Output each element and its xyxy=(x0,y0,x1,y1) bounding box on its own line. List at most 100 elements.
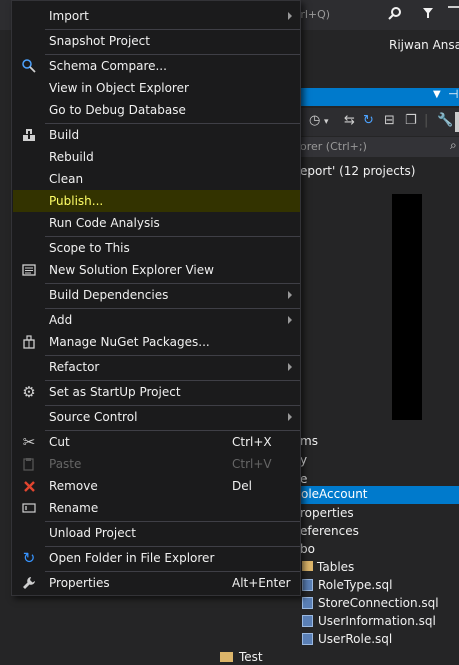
schema-compare-icon xyxy=(21,58,37,74)
build-icon xyxy=(21,127,37,143)
menu-item-label: Clean xyxy=(49,172,84,186)
menu-item-label: Paste xyxy=(49,457,82,471)
history-icon[interactable]: ◷ xyxy=(309,113,320,128)
menu-item-run-code-analysis[interactable]: Run Code Analysis xyxy=(13,212,300,234)
menu-item-label: Go to Debug Database xyxy=(49,103,186,117)
refresh-folder-icon: ↻ xyxy=(22,549,36,567)
menu-item-properties[interactable]: Properties Alt+Enter xyxy=(13,572,300,594)
menu-item-scope-to-this[interactable]: Scope to This xyxy=(13,237,300,259)
collapse-all-icon[interactable]: ⊟ xyxy=(384,113,395,128)
selected-item-label: oleAccount xyxy=(301,487,368,501)
menu-item-open-folder-in-file-explorer[interactable]: ↻ Open Folder in File Explorer xyxy=(13,547,300,569)
menu-item-label: Properties xyxy=(49,576,110,590)
tree-item[interactable]: Tables xyxy=(317,560,354,574)
chevron-down-icon[interactable]: ▼ xyxy=(433,89,441,100)
menu-item-snapshot-project[interactable]: Snapshot Project xyxy=(13,30,300,52)
wrench-icon xyxy=(21,575,37,591)
context-menu: Import Snapshot Project Schema Compare..… xyxy=(11,0,301,596)
menu-item-shortcut: Ctrl+V xyxy=(232,457,272,471)
menu-item-refactor[interactable]: Refactor xyxy=(13,356,300,378)
menu-item-label: View in Object Explorer xyxy=(49,81,189,95)
folder-icon xyxy=(220,652,233,662)
menu-item-label: Set as StartUp Project xyxy=(49,385,181,399)
menu-item-cut[interactable]: ✂ Cut Ctrl+X xyxy=(13,431,300,453)
filter-icon[interactable] xyxy=(422,7,434,19)
new-view-icon xyxy=(21,262,37,278)
tree-item[interactable]: y xyxy=(300,453,307,467)
file-item[interactable]: StoreConnection.sql xyxy=(302,596,439,610)
tree-item[interactable]: roperties xyxy=(300,506,354,520)
gear-icon: ⚙ xyxy=(22,383,36,401)
menu-item-new-solution-explorer-view[interactable]: New Solution Explorer View xyxy=(13,259,300,281)
menu-item-publish[interactable]: Publish... xyxy=(13,190,300,212)
solution-explorer-search-placeholder[interactable]: orer (Ctrl+;) xyxy=(300,140,367,153)
file-label: UserRole.sql xyxy=(318,632,393,646)
minimize-button[interactable] xyxy=(448,6,459,8)
menu-item-view-in-object-explorer[interactable]: View in Object Explorer xyxy=(13,77,300,99)
refresh-icon[interactable]: ↻ xyxy=(363,113,374,128)
menu-item-label: Build Dependencies xyxy=(49,288,169,302)
menu-item-go-to-debug-database[interactable]: Go to Debug Database xyxy=(13,99,300,121)
pin-icon[interactable]: ⊣ xyxy=(448,87,458,101)
user-name[interactable]: Rijwan Ansar xyxy=(389,38,459,52)
test-folder-item[interactable]: Test xyxy=(220,650,263,664)
sql-file-icon xyxy=(302,579,313,591)
menu-item-clean[interactable]: Clean xyxy=(13,168,300,190)
menu-item-manage-nuget-packages[interactable]: Manage NuGet Packages... xyxy=(13,331,300,353)
menu-item-label: Publish... xyxy=(49,194,104,208)
menu-item-label: Manage NuGet Packages... xyxy=(49,335,210,349)
menu-item-label: Import xyxy=(49,9,89,23)
solution-explorer-toolbar: ◷ ▾ ⇆ ↻ ⊟ ❐ | 🔧 xyxy=(300,108,459,136)
tree-item[interactable]: ms xyxy=(300,434,318,448)
menu-item-import[interactable]: Import xyxy=(13,5,300,27)
menu-item-add[interactable]: Add xyxy=(13,309,300,331)
file-item[interactable]: UserInformation.sql xyxy=(302,614,436,628)
submenu-arrow-icon xyxy=(288,363,292,371)
file-label: StoreConnection.sql xyxy=(318,596,439,610)
file-item[interactable]: UserRole.sql xyxy=(302,632,392,646)
solution-explorer-title-bar: ▼ ⊣ xyxy=(300,87,459,106)
menu-item-label: Rebuild xyxy=(49,150,94,164)
nuget-icon xyxy=(21,334,37,350)
submenu-arrow-icon xyxy=(288,12,292,20)
tree-item[interactable]: e xyxy=(300,472,307,486)
menu-item-label: Build xyxy=(49,128,80,142)
submenu-arrow-icon xyxy=(288,291,292,299)
search-icon[interactable] xyxy=(388,6,402,20)
menu-item-label: Schema Compare... xyxy=(49,59,167,73)
search-icon[interactable]: ⌕ xyxy=(450,138,457,153)
sync-icon[interactable]: ⇆ xyxy=(344,113,355,128)
menu-item-rename[interactable]: Rename xyxy=(13,497,300,519)
solution-node-label[interactable]: eport' (12 projects) xyxy=(300,164,415,178)
quick-launch-placeholder[interactable]: trl+Q) xyxy=(296,8,330,21)
menu-item-label: Snapshot Project xyxy=(49,34,150,48)
menu-item-remove[interactable]: Remove Del xyxy=(13,475,300,497)
menu-item-label: Cut xyxy=(49,435,70,449)
submenu-arrow-icon xyxy=(288,316,292,324)
show-all-files-icon[interactable]: ❐ xyxy=(405,113,417,128)
menu-item-schema-compare[interactable]: Schema Compare... xyxy=(13,55,300,77)
rename-icon xyxy=(21,500,37,516)
menu-item-paste: Paste Ctrl+V xyxy=(13,453,300,475)
wrench-icon[interactable]: 🔧 xyxy=(437,113,453,128)
tree-item-selected[interactable]: oleAccount xyxy=(300,486,459,504)
folder-label: Test xyxy=(239,650,263,664)
menu-item-source-control[interactable]: Source Control xyxy=(13,406,300,428)
menu-item-label: Open Folder in File Explorer xyxy=(49,551,215,565)
menu-item-label: New Solution Explorer View xyxy=(49,263,214,277)
file-item[interactable]: RoleType.sql xyxy=(302,578,392,592)
tree-item[interactable]: bo xyxy=(300,542,315,556)
menu-item-rebuild[interactable]: Rebuild xyxy=(13,146,300,168)
menu-item-shortcut: Del xyxy=(232,479,252,493)
menu-item-label: Remove xyxy=(49,479,98,493)
menu-item-build[interactable]: Build xyxy=(13,124,300,146)
scissors-icon: ✂ xyxy=(22,433,36,451)
menu-item-set-as-startup-project[interactable]: ⚙ Set as StartUp Project xyxy=(13,381,300,403)
tree-item[interactable]: eferences xyxy=(300,524,359,538)
overflow-icon[interactable] xyxy=(455,112,459,132)
menu-item-build-dependencies[interactable]: Build Dependencies xyxy=(13,284,300,306)
menu-item-unload-project[interactable]: Unload Project xyxy=(13,522,300,544)
chevron-down-icon[interactable]: ▾ xyxy=(324,117,329,127)
submenu-arrow-icon xyxy=(288,413,292,421)
folder-icon xyxy=(302,561,313,571)
